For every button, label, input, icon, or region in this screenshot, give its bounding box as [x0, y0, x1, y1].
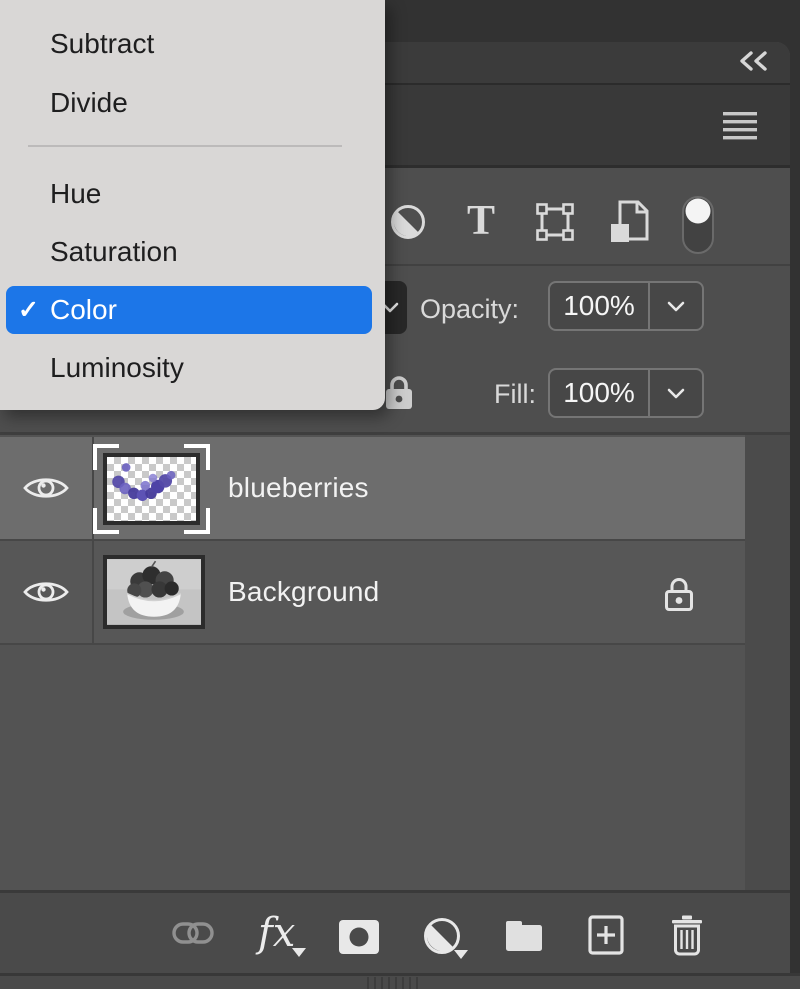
link-icon	[172, 920, 214, 946]
opacity-input[interactable]: 100%	[548, 281, 704, 331]
layers-toolbar: fx	[0, 890, 790, 976]
adjustment-dropdown-triangle	[454, 950, 468, 959]
chevrons-left-icon	[738, 50, 770, 72]
new-layer-button[interactable]	[586, 914, 626, 956]
opacity-label: Opacity:	[420, 294, 519, 325]
blueberries-paint-blobs	[107, 457, 196, 521]
layer-lock-badge	[660, 574, 698, 614]
menu-item-label: Color	[50, 294, 117, 326]
chevron-down-icon	[667, 388, 685, 399]
photoshop-layers-panel-screenshot: T	[0, 0, 800, 989]
layer-styles-button[interactable]: fx	[258, 913, 306, 957]
trash-icon	[670, 914, 704, 956]
layer-mask-icon	[339, 920, 379, 954]
folder-icon	[504, 919, 544, 953]
filter-toggle-icon	[681, 195, 715, 255]
eye-icon	[22, 577, 70, 607]
type-filter-button[interactable]: T	[460, 198, 502, 244]
menu-item-label: Subtract	[50, 28, 154, 60]
menu-separator	[28, 145, 342, 147]
link-layers-button[interactable]	[171, 918, 215, 948]
smart-object-filter-button[interactable]	[606, 198, 652, 246]
menu-item-label: Saturation	[50, 236, 178, 268]
eye-icon	[22, 473, 70, 503]
new-group-button[interactable]	[503, 917, 545, 955]
collapse-panel-button[interactable]	[736, 47, 772, 75]
fill-input[interactable]: 100%	[548, 368, 704, 418]
menu-item-color-selected[interactable]: ✓ Color	[6, 286, 372, 334]
type-filter-icon: T	[467, 200, 495, 242]
fill-label: Fill:	[494, 379, 536, 410]
checkmark-icon: ✓	[6, 295, 50, 325]
new-layer-icon	[588, 915, 624, 955]
adjustment-filter-icon	[390, 204, 426, 240]
menu-item-label: Hue	[50, 178, 101, 210]
delete-layer-button[interactable]	[668, 913, 706, 957]
opacity-value: 100%	[550, 283, 648, 329]
new-adjustment-layer-button[interactable]	[423, 917, 471, 961]
fill-dropdown-button[interactable]	[648, 370, 702, 416]
menu-item-saturation[interactable]: Saturation	[6, 228, 372, 276]
shape-filter-button[interactable]	[533, 200, 577, 244]
lock-all-button[interactable]	[382, 372, 416, 412]
resize-grip[interactable]	[367, 977, 423, 989]
panel-menu-button[interactable]	[720, 107, 760, 143]
opacity-dropdown-button[interactable]	[648, 283, 702, 329]
visibility-toggle[interactable]	[0, 437, 94, 539]
layer-name: Background	[228, 576, 379, 608]
menu-item-label: Divide	[50, 87, 128, 119]
shape-filter-icon	[535, 202, 575, 242]
menu-item-luminosity[interactable]: Luminosity	[6, 344, 372, 392]
menu-item-hue[interactable]: Hue	[6, 170, 372, 218]
add-layer-mask-button[interactable]	[338, 919, 380, 955]
menu-item-subtract[interactable]: Subtract	[6, 20, 372, 68]
adjustment-filter-button[interactable]	[388, 202, 428, 242]
blueberry-bowl-photo	[107, 559, 201, 625]
menu-item-divide[interactable]: Divide	[6, 79, 372, 127]
hamburger-icon	[722, 110, 758, 140]
blend-mode-menu: Subtract Divide Hue Saturation ✓ Color L…	[0, 0, 385, 410]
menu-item-label: Luminosity	[50, 352, 184, 384]
chevron-down-icon	[667, 301, 685, 312]
lock-icon	[663, 575, 695, 613]
lock-icon	[384, 374, 414, 411]
fill-value: 100%	[550, 370, 648, 416]
background-thumbnail[interactable]	[103, 555, 205, 629]
layer-thumbnail-selected[interactable]	[93, 444, 210, 534]
blueberries-thumbnail	[103, 453, 200, 525]
smart-object-filter-icon	[608, 199, 650, 245]
filter-toggle[interactable]	[681, 195, 715, 255]
layers-list-gutter	[745, 435, 790, 890]
fx-icon: fx	[258, 910, 295, 956]
layer-name: blueberries	[228, 472, 369, 504]
fx-dropdown-triangle	[292, 948, 306, 957]
visibility-toggle[interactable]	[0, 541, 94, 643]
